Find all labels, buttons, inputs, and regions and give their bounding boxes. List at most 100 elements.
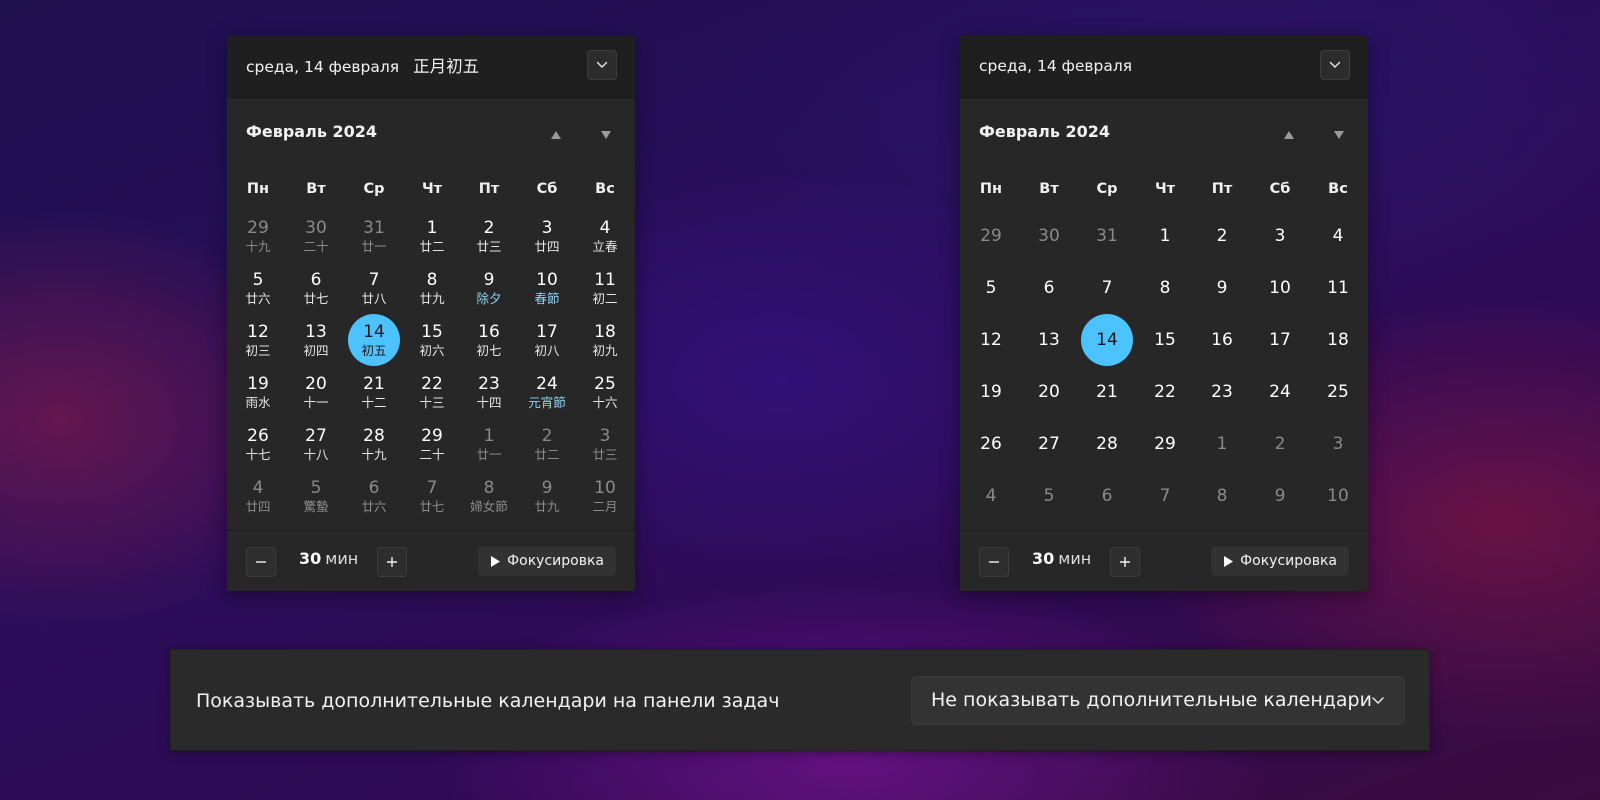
day-cell[interactable]: 10 [1311, 470, 1365, 522]
day-cell[interactable]: 21 [1080, 366, 1134, 418]
day-cell[interactable]: 10 二月 [578, 470, 632, 522]
day-cell[interactable]: 10 [1253, 262, 1307, 314]
day-cell[interactable]: 5 廿六 [231, 262, 285, 314]
day-cell[interactable]: 19 [964, 366, 1018, 418]
day-cell[interactable]: 5 [964, 262, 1018, 314]
day-cell[interactable]: 6 [1022, 262, 1076, 314]
day-cell[interactable]: 3 廿三 [578, 418, 632, 470]
day-cell[interactable]: 23 十四 [462, 366, 516, 418]
day-cell[interactable]: 11 [1311, 262, 1365, 314]
day-cell[interactable]: 4 廿四 [231, 470, 285, 522]
day-cell[interactable]: 30 [1022, 210, 1076, 262]
day-cell[interactable]: 6 廿六 [347, 470, 401, 522]
decrease-time-button[interactable] [246, 547, 276, 577]
previous-month-button[interactable] [545, 124, 567, 146]
collapse-calendar-button[interactable] [1320, 50, 1350, 80]
day-cell[interactable]: 4 [1311, 210, 1365, 262]
day-cell[interactable]: 17 [1253, 314, 1307, 366]
day-cell[interactable]: 18 初九 [578, 314, 632, 366]
day-cell[interactable]: 3 [1311, 418, 1365, 470]
day-cell[interactable]: 16 初七 [462, 314, 516, 366]
day-cell[interactable]: 3 [1253, 210, 1307, 262]
day-cell[interactable]: 12 初三 [231, 314, 285, 366]
increase-time-button[interactable] [1110, 547, 1140, 577]
month-title[interactable]: Февраль 2024 [979, 122, 1110, 141]
focus-button[interactable]: Фокусировка [478, 546, 616, 576]
day-cell[interactable]: 1 [1138, 210, 1192, 262]
day-cell[interactable]: 2 廿二 [520, 418, 574, 470]
day-cell[interactable]: 4 立春 [578, 210, 632, 262]
day-cell[interactable]: 20 [1022, 366, 1076, 418]
day-cell[interactable]: 21 十二 [347, 366, 401, 418]
day-cell[interactable]: 7 廿八 [347, 262, 401, 314]
day-cell[interactable]: 25 [1311, 366, 1365, 418]
day-cell[interactable]: 17 初八 [520, 314, 574, 366]
day-cell[interactable]: 9 [1195, 262, 1249, 314]
day-cell[interactable]: 28 十九 [347, 418, 401, 470]
day-cell[interactable]: 2 [1195, 210, 1249, 262]
decrease-time-button[interactable] [979, 547, 1009, 577]
day-cell[interactable]: 19 雨水 [231, 366, 285, 418]
day-cell[interactable]: 1 [1195, 418, 1249, 470]
collapse-calendar-button[interactable] [587, 50, 617, 80]
day-cell[interactable]: 5 [1022, 470, 1076, 522]
day-cell[interactable]: 25 十六 [578, 366, 632, 418]
day-cell[interactable]: 22 [1138, 366, 1192, 418]
day-cell[interactable]: 9 除夕 [462, 262, 516, 314]
day-cell[interactable]: 1 廿一 [462, 418, 516, 470]
day-cell[interactable]: 22 十三 [405, 366, 459, 418]
day-cell[interactable]: 8 婦女節 [462, 470, 516, 522]
day-cell[interactable]: 6 [1080, 470, 1134, 522]
day-cell[interactable]: 11 初二 [578, 262, 632, 314]
day-cell[interactable]: 29 [964, 210, 1018, 262]
day-cell[interactable]: 10 春節 [520, 262, 574, 314]
day-cell[interactable]: 3 廿四 [520, 210, 574, 262]
increase-time-button[interactable] [377, 547, 407, 577]
day-cell[interactable]: 26 [964, 418, 1018, 470]
next-month-button[interactable] [595, 124, 617, 146]
additional-calendars-dropdown[interactable]: Не показывать дополнительные календари [911, 676, 1405, 725]
day-cell[interactable]: 24 元宵節 [520, 366, 574, 418]
day-cell[interactable]: 31 廿一 [347, 210, 401, 262]
day-cell[interactable]: 13 初四 [289, 314, 343, 366]
day-cell[interactable]: 2 廿三 [462, 210, 516, 262]
day-cell[interactable]: 7 [1138, 470, 1192, 522]
day-cell[interactable]: 8 廿九 [405, 262, 459, 314]
day-cell[interactable]: 15 [1138, 314, 1192, 366]
day-cell[interactable]: 31 [1080, 210, 1134, 262]
day-cell[interactable]: 15 初六 [405, 314, 459, 366]
day-cell[interactable]: 16 [1195, 314, 1249, 366]
day-cell-today[interactable]: 14 [1080, 314, 1134, 366]
day-cell[interactable]: 12 [964, 314, 1018, 366]
day-cell[interactable]: 29 [1138, 418, 1192, 470]
day-cell[interactable]: 8 [1195, 470, 1249, 522]
day-cell[interactable]: 5 驚蟄 [289, 470, 343, 522]
day-cell[interactable]: 27 十八 [289, 418, 343, 470]
day-cell[interactable]: 4 [964, 470, 1018, 522]
day-cell[interactable]: 23 [1195, 366, 1249, 418]
day-cell[interactable]: 1 廿二 [405, 210, 459, 262]
day-cell[interactable]: 30 二十 [289, 210, 343, 262]
day-cell[interactable]: 9 廿九 [520, 470, 574, 522]
weekday-label: Сб [536, 181, 558, 197]
day-cell[interactable]: 28 [1080, 418, 1134, 470]
day-cell[interactable]: 7 [1080, 262, 1134, 314]
day-cell[interactable]: 29 二十 [405, 418, 459, 470]
day-cell[interactable]: 6 廿七 [289, 262, 343, 314]
previous-month-button[interactable] [1278, 124, 1300, 146]
day-cell[interactable]: 9 [1253, 470, 1307, 522]
day-cell[interactable]: 7 廿七 [405, 470, 459, 522]
day-cell[interactable]: 13 [1022, 314, 1076, 366]
day-cell[interactable]: 18 [1311, 314, 1365, 366]
day-cell[interactable]: 2 [1253, 418, 1307, 470]
day-cell[interactable]: 29 十九 [231, 210, 285, 262]
day-cell[interactable]: 8 [1138, 262, 1192, 314]
day-cell[interactable]: 20 十一 [289, 366, 343, 418]
next-month-button[interactable] [1328, 124, 1350, 146]
day-cell-today[interactable]: 14 初五 [347, 314, 401, 366]
day-cell[interactable]: 27 [1022, 418, 1076, 470]
day-cell[interactable]: 26 十七 [231, 418, 285, 470]
day-cell[interactable]: 24 [1253, 366, 1307, 418]
month-title[interactable]: Февраль 2024 [246, 122, 377, 141]
focus-button[interactable]: Фокусировка [1211, 546, 1349, 576]
